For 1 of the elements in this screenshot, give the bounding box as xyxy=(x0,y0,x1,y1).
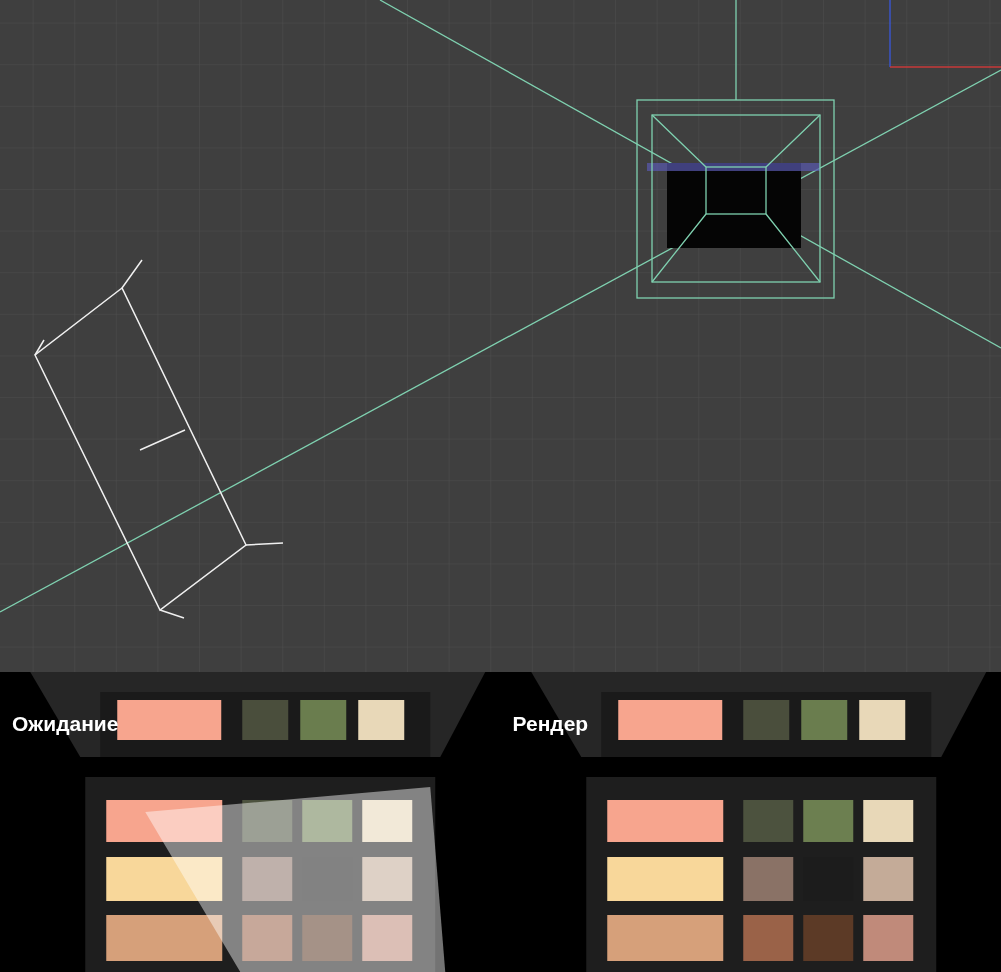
render-label: Рендер xyxy=(512,712,589,736)
